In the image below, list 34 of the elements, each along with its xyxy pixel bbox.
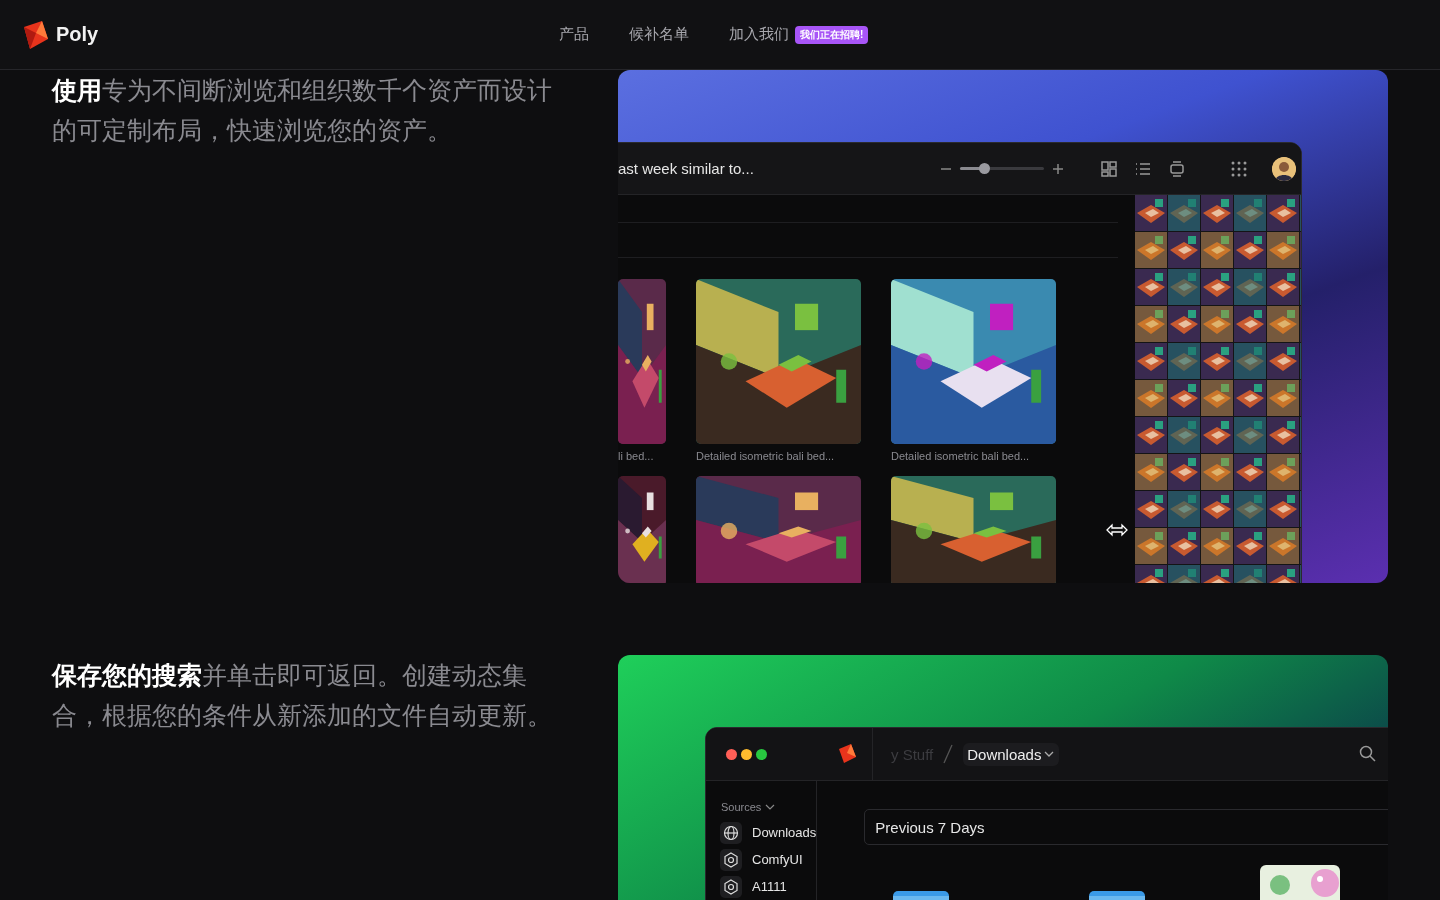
nav-link[interactable]: 候补名单 xyxy=(629,25,689,44)
sidebar-item[interactable]: ComfyUI xyxy=(720,846,817,873)
breadcrumb-dropdown[interactable]: Downloads xyxy=(963,742,1060,766)
section-label: Sources xyxy=(721,801,762,813)
hexagon-icon xyxy=(723,851,739,868)
hiring-badge: 我们正在招聘! xyxy=(795,25,869,44)
masonry-view-icon[interactable] xyxy=(1100,159,1118,178)
avatar[interactable] xyxy=(1272,156,1296,181)
search-icon[interactable] xyxy=(1359,745,1377,763)
window-control[interactable] xyxy=(741,748,752,760)
single-view-icon[interactable] xyxy=(1168,159,1186,178)
resize-cursor-icon xyxy=(1106,523,1128,537)
filter-field[interactable]: Previous 7 Days xyxy=(864,809,1388,845)
window-control[interactable] xyxy=(726,748,737,760)
feature-description: 使用专为不间断浏览和组织数千个资产而设计的可定制布局，快速浏览您的资产。 xyxy=(52,75,553,146)
image-caption: li bed... xyxy=(618,450,655,462)
sidebar-item[interactable]: Downloads xyxy=(720,819,817,846)
hexagon-icon xyxy=(723,878,739,895)
image-caption: Detailed isometric bali bed... xyxy=(696,450,836,462)
chevron-down-icon[interactable] xyxy=(765,802,776,812)
apps-grid-icon[interactable] xyxy=(1230,159,1248,178)
nav-link[interactable]: 加入我们 我们正在招聘! xyxy=(729,25,869,44)
logo-icon[interactable] xyxy=(836,743,858,765)
breadcrumb-separator-icon xyxy=(943,744,954,764)
window-control[interactable] xyxy=(756,748,767,760)
nav-link[interactable]: 产品 xyxy=(559,25,589,44)
search-title: ast week similar to... xyxy=(618,160,755,177)
zoom-in-icon[interactable] xyxy=(1052,162,1064,175)
brand-name[interactable]: Poly xyxy=(56,23,99,46)
sidebar-item[interactable]: A1111 xyxy=(720,873,817,900)
image-caption: Detailed isometric bali bed... xyxy=(891,450,1031,462)
globe-icon xyxy=(723,824,739,841)
slider-thumb[interactable] xyxy=(978,163,990,174)
feature-description: 保存您的搜索并单击即可返回。创建动态集合，根据您的条件从新添加的文件自动更新。 xyxy=(52,660,553,731)
